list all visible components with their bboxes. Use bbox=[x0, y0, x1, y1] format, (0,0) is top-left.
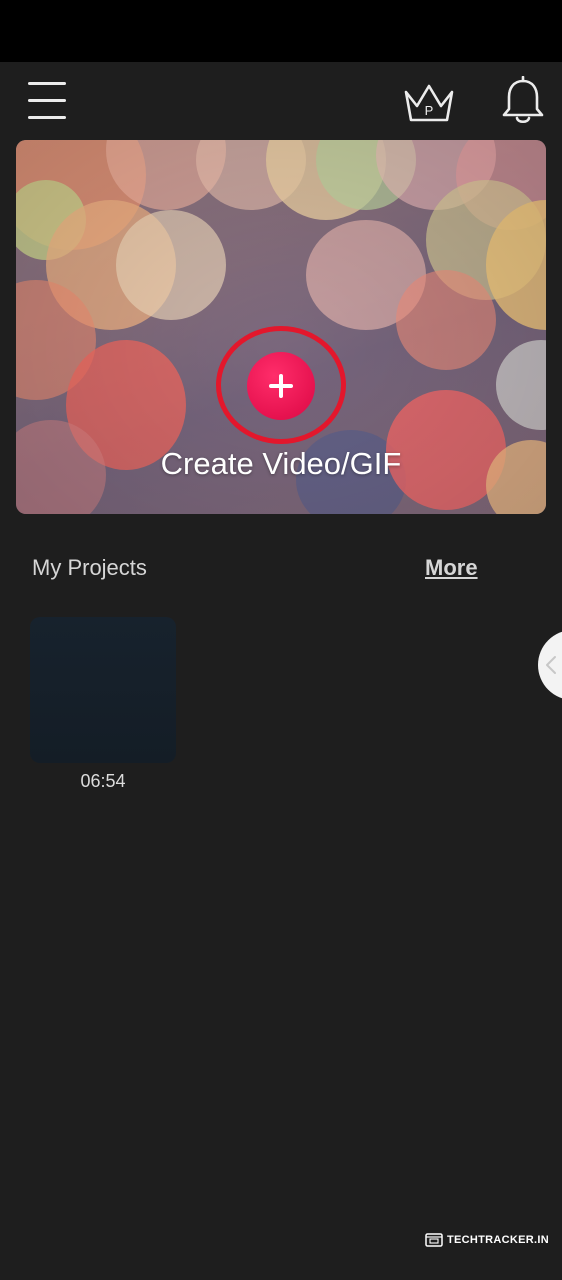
watermark-logo-icon bbox=[425, 1233, 443, 1247]
menu-line bbox=[28, 99, 66, 102]
watermark-text: TECHTRACKER.IN bbox=[447, 1234, 549, 1246]
home-screen: P Create Video/GIF My Projects More 06:5… bbox=[0, 62, 562, 1280]
menu-line bbox=[28, 82, 66, 85]
create-video-card[interactable]: Create Video/GIF bbox=[16, 140, 546, 514]
side-panel-tab[interactable] bbox=[538, 630, 562, 700]
watermark: TECHTRACKER.IN bbox=[425, 1233, 549, 1247]
create-video-label: Create Video/GIF bbox=[160, 446, 402, 481]
project-thumbnail bbox=[30, 617, 176, 763]
menu-line bbox=[28, 116, 66, 119]
project-duration: 06:54 bbox=[80, 771, 126, 791]
notifications-button[interactable] bbox=[500, 75, 546, 126]
chevron-left-icon bbox=[546, 656, 556, 674]
plus-icon bbox=[269, 374, 293, 398]
project-item[interactable]: 06:54 bbox=[30, 617, 176, 792]
top-bar: P bbox=[0, 62, 562, 140]
my-projects-heading: My Projects bbox=[32, 555, 147, 580]
more-link[interactable]: More bbox=[425, 555, 478, 581]
status-bar bbox=[0, 0, 562, 62]
premium-button[interactable]: P bbox=[401, 78, 457, 124]
bell-icon bbox=[502, 75, 544, 124]
menu-button[interactable] bbox=[25, 78, 69, 122]
crown-icon: P bbox=[404, 84, 454, 122]
premium-letter: P bbox=[425, 103, 434, 118]
create-button[interactable] bbox=[247, 352, 315, 420]
